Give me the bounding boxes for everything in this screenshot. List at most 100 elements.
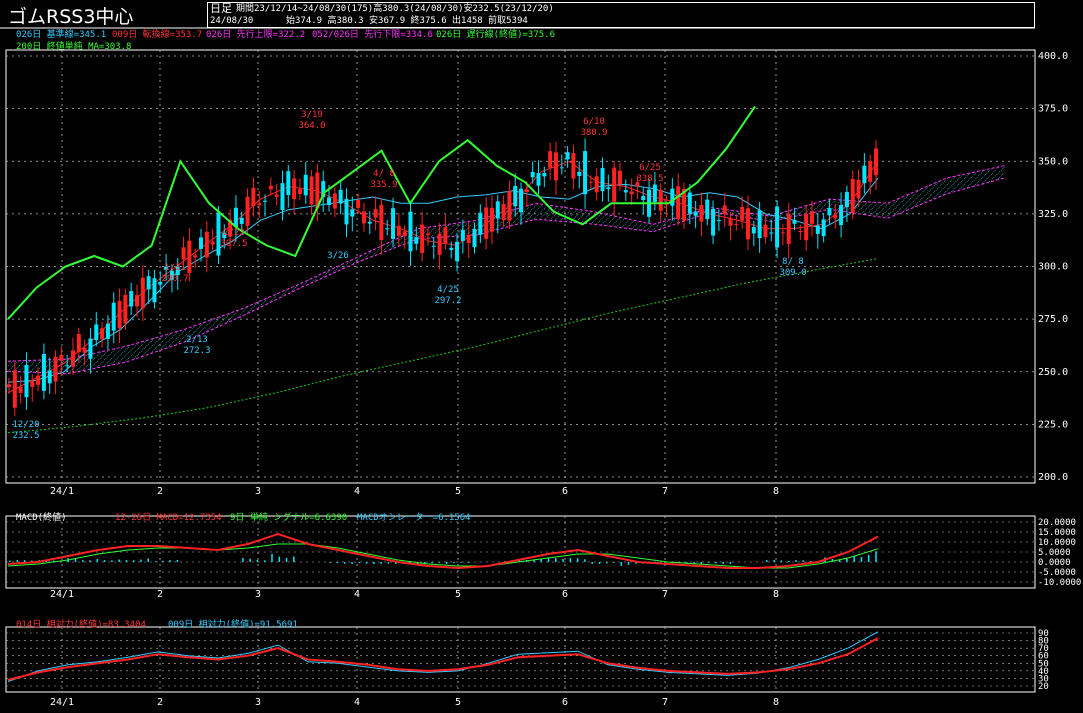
candle-body xyxy=(507,191,512,221)
candle-body xyxy=(553,152,558,181)
candle-body xyxy=(484,207,489,239)
candle-body xyxy=(792,220,797,224)
candle-body xyxy=(577,171,582,176)
annotation-date: 12/20 xyxy=(12,420,39,430)
legend-tenkan: 009日 転換線=353.7 xyxy=(112,30,203,40)
candle-body xyxy=(629,191,634,195)
candle-body xyxy=(833,214,838,219)
main-y-tick-label: 200.0 xyxy=(1038,472,1068,483)
candle-body xyxy=(431,245,436,247)
legend-rsi9: 009日 相対力(終値)=91.5691 xyxy=(168,620,298,630)
macd-y-tick-label: 15.0000 xyxy=(1038,528,1076,538)
legend-senkou-lower: 052/026日 先行下限=334.6 xyxy=(312,30,433,40)
candle-body xyxy=(274,194,279,197)
candle-body xyxy=(263,200,268,202)
rsi-x-tick-label: 7 xyxy=(662,697,668,708)
candle-body xyxy=(53,356,58,382)
candle-body xyxy=(699,204,704,222)
candle-body xyxy=(676,186,681,220)
candle-body xyxy=(868,160,873,182)
candle-body xyxy=(536,173,541,186)
macd-x-tick-label: 5 xyxy=(455,589,461,600)
annotation-value: 338.5 xyxy=(636,174,663,184)
candle-body xyxy=(239,217,244,225)
candle-body xyxy=(309,176,314,205)
candle-body xyxy=(216,212,221,256)
candle-body xyxy=(757,210,762,239)
main-x-tick-label: 24/1 xyxy=(50,486,74,497)
candle-body xyxy=(286,171,291,195)
main-x-tick-label: 3 xyxy=(255,486,261,497)
annotation-date: 8/ 8 xyxy=(782,257,804,267)
annotation-date: 6/10 xyxy=(583,117,605,127)
candle-body xyxy=(548,151,553,168)
candle-body xyxy=(123,294,128,324)
candle-body xyxy=(716,220,721,222)
annotation-value: 272.3 xyxy=(183,346,210,356)
rsi-x-tick-label: 4 xyxy=(354,697,360,708)
candle-body xyxy=(414,237,419,244)
candle-body xyxy=(76,334,81,352)
candle-body xyxy=(874,148,878,176)
candle-body xyxy=(809,211,814,224)
annotation-value: 364.0 xyxy=(298,121,325,131)
macd-x-tick-label: 3 xyxy=(255,589,261,600)
candle-body xyxy=(257,203,262,206)
macd-y-tick-label: 10.0000 xyxy=(1038,538,1076,548)
main-x-tick-label: 4 xyxy=(354,486,360,497)
candle-body xyxy=(47,370,52,384)
candle-body xyxy=(391,208,396,239)
ichimoku-cloud xyxy=(8,165,1005,374)
candle-body xyxy=(146,276,151,290)
macd-signal-line xyxy=(7,543,879,569)
main-y-tick-label: 350.0 xyxy=(1038,156,1068,167)
main-x-tick-label: 7 xyxy=(662,486,668,497)
candle-body xyxy=(88,338,93,359)
candle-body xyxy=(652,184,657,202)
macd-x-tick-label: 7 xyxy=(662,589,668,600)
candle-body xyxy=(251,187,256,206)
candle-body xyxy=(187,240,192,274)
legend-kijun: 026日 基準線=345.1 xyxy=(16,30,107,40)
candle-body xyxy=(641,196,646,201)
instrument-title: ゴムRSS3中心 xyxy=(8,6,134,28)
rsi14-line xyxy=(7,637,879,681)
macd-x-tick-label: 6 xyxy=(562,589,568,600)
candle-body xyxy=(495,201,500,219)
candle-body xyxy=(711,208,716,236)
candle-body xyxy=(193,255,198,258)
annotation-date: 2/22 xyxy=(223,228,245,238)
candle-body xyxy=(268,185,273,190)
candle-body xyxy=(449,247,454,250)
candle-body xyxy=(571,153,576,179)
candle-body xyxy=(780,232,785,234)
candle-body xyxy=(30,380,35,387)
candle-body xyxy=(565,152,570,160)
candle-body xyxy=(437,233,442,255)
legend-macd-osc: MACDオシレーター=6.1564 xyxy=(357,513,471,523)
annotation-date: 1/31 xyxy=(164,263,186,273)
candle-body xyxy=(41,354,46,391)
legend-macd-line: 12-26日 MACD=12.7354 xyxy=(115,513,222,523)
candle-body xyxy=(501,203,506,220)
annotation-value: 232.5 xyxy=(12,431,39,441)
main-x-tick-label: 5 xyxy=(455,486,461,497)
candle-body xyxy=(245,196,250,226)
candle-body xyxy=(705,199,710,220)
main-y-tick-label: 275.0 xyxy=(1038,314,1068,325)
main-y-tick-label: 400.0 xyxy=(1038,51,1068,62)
candle-body xyxy=(12,370,17,408)
candle-body xyxy=(722,205,727,215)
candle-body xyxy=(617,170,622,185)
candle-body xyxy=(763,224,768,238)
candle-body xyxy=(559,167,564,169)
candle-body xyxy=(740,206,745,221)
annotation-value: 309.0 xyxy=(779,268,806,278)
candle-body xyxy=(82,347,87,353)
candle-body xyxy=(152,278,157,303)
candle-body xyxy=(425,233,430,235)
candle-body xyxy=(199,237,204,249)
main-y-tick-label: 250.0 xyxy=(1038,367,1068,378)
candle-body xyxy=(350,209,355,217)
annotation-date: 3/26 xyxy=(327,251,349,261)
